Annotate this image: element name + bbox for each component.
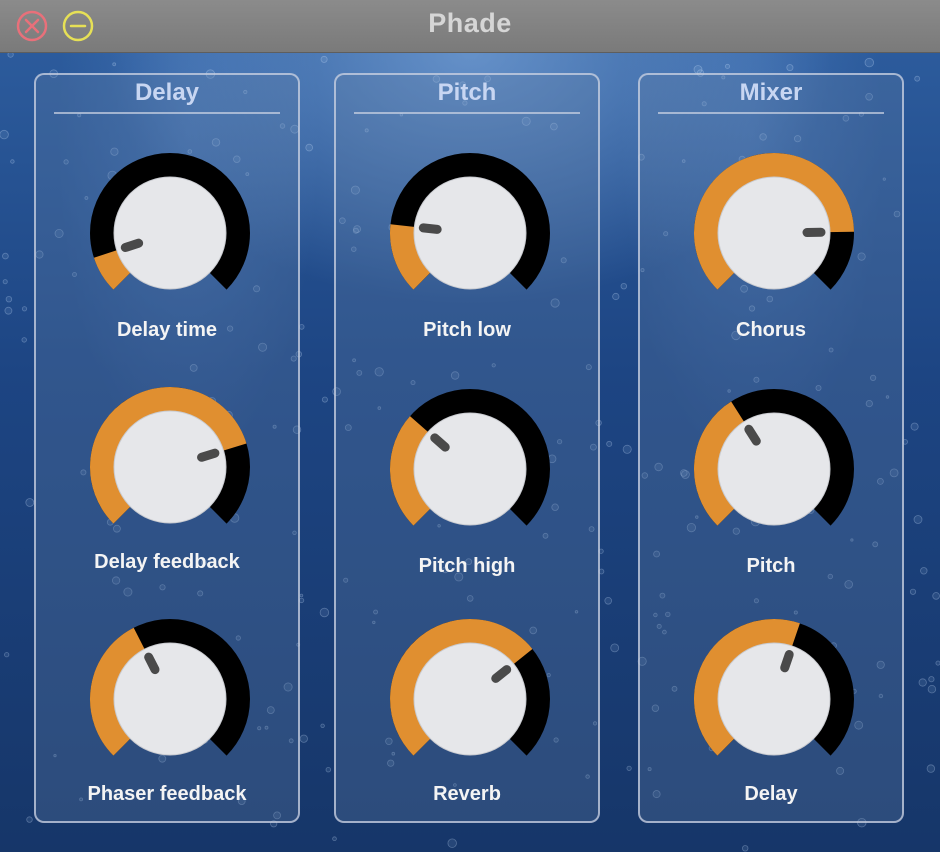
water-droplet [25,498,35,507]
knob-label-reverb: Reverb [433,783,501,805]
water-droplet [21,337,27,343]
knob-label-delay-time: Delay time [116,319,218,341]
water-droplet [21,306,28,312]
panel-divider [354,112,580,114]
panel-title: Mixer [739,79,803,106]
app-window: Phade Delay Delay time Delay feedback Ph… [0,0,940,852]
knob-face [113,176,227,290]
water-droplet [725,63,731,69]
water-droplet [26,816,33,823]
water-droplet [447,838,457,848]
water-droplet [320,723,325,728]
panel-delay: Delay Delay time Delay feedback Phaser f… [34,73,300,823]
water-droplet [0,129,9,140]
knob-pointer [144,652,160,675]
knob-label-phaser-feedback: Phaser feedback [87,783,247,805]
knob-delay-feedback[interactable] [88,385,252,549]
water-droplet [112,62,117,67]
knob-label-pitch-low: Pitch low [423,319,511,341]
knob-pitch-high[interactable] [388,387,552,551]
water-droplet [305,143,314,152]
water-droplet [620,282,627,290]
water-droplet [298,324,305,330]
water-droplet [910,422,919,431]
knob-label-pitch-high: Pitch high [418,555,516,577]
knob-delay-time[interactable] [88,151,252,315]
knob-label-mixer-delay: Delay [744,783,798,805]
water-droplet [332,836,337,841]
knob-face [413,642,527,756]
water-droplet [742,845,749,852]
knob-face [113,642,227,756]
knob-face [113,410,227,524]
knob-pointer [780,650,794,673]
water-droplet [7,53,14,58]
knob-pointer [197,448,220,462]
knob-label-chorus: Chorus [736,319,806,341]
titlebar: Phade [0,0,940,53]
water-droplet [932,592,940,600]
water-droplet [299,734,308,743]
water-droplet [786,64,794,72]
water-droplet [5,295,13,303]
water-droplet [325,767,331,773]
knob-pointer [744,424,761,446]
knob-label-delay-feedback: Delay feedback [94,551,240,573]
water-droplet [610,643,620,653]
knob-phaser-feedback[interactable] [88,617,252,781]
water-droplet [626,765,632,771]
knob-label-mixer-pitch: Pitch [746,555,796,577]
knob-chorus[interactable] [692,151,856,315]
panel-title: Delay [134,79,200,106]
water-droplet [928,676,935,683]
water-droplet [909,588,917,595]
water-droplet [606,440,613,447]
water-droplet [935,660,940,666]
water-droplet [622,444,632,454]
water-droplet [4,652,10,658]
panel-title: Pitch [437,79,497,106]
water-droplet [927,685,937,694]
knob-pitch-low[interactable] [388,151,552,315]
panel-divider [54,112,280,114]
water-droplet [914,75,921,82]
water-droplet [319,607,330,618]
window-title: Phade [428,8,512,38]
water-droplet [604,596,612,605]
water-droplet [10,159,15,164]
water-droplet [920,567,928,575]
water-droplet [926,764,936,773]
water-droplet [299,593,304,598]
plugin-body: Delay Delay time Delay feedback Phaser f… [0,53,940,852]
panel-mixer: Mixer Chorus Pitch Delay [638,73,904,823]
panel-pitch: Pitch Pitch low Pitch high Reverb [334,73,600,823]
knob-mixer-pitch[interactable] [692,387,856,551]
knob-face [413,412,527,526]
panel-divider [658,112,884,114]
water-droplet [4,306,13,315]
water-droplet [2,252,9,260]
knob-mixer-delay[interactable] [692,617,856,781]
water-droplet [320,55,328,63]
knob-pointer [418,223,442,234]
knob-face [717,642,831,756]
water-droplet [612,292,620,301]
knob-reverb[interactable] [388,617,552,781]
water-droplet [918,678,927,687]
water-droplet [2,279,8,285]
water-droplet [321,396,328,403]
knob-pointer [120,238,144,253]
water-droplet [864,57,875,68]
water-droplet [913,515,923,524]
knob-face [717,412,831,526]
